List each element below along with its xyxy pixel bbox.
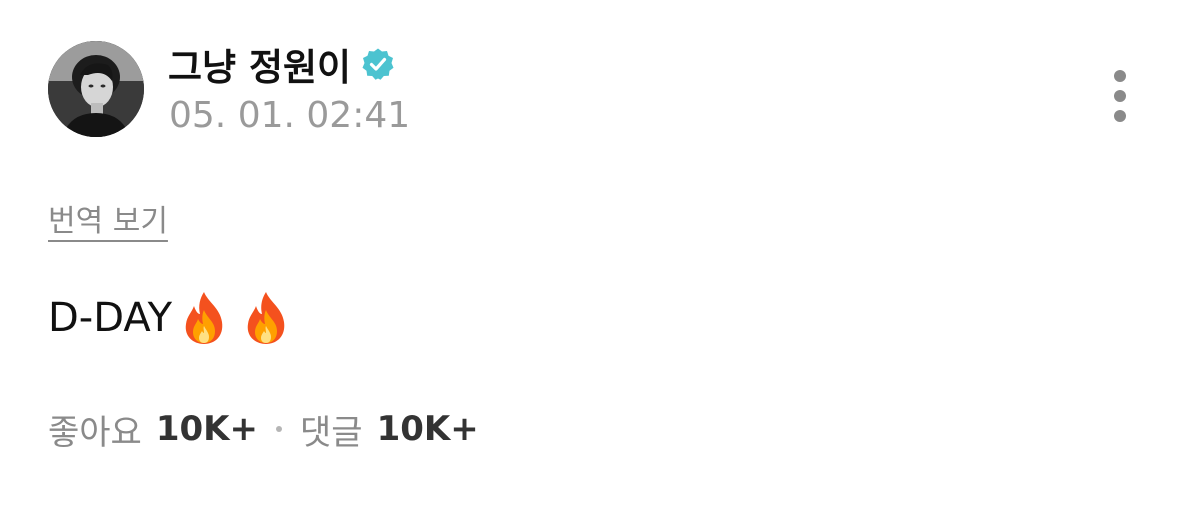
likes-count: 10K+ — [155, 409, 258, 449]
post-body: D-DAY — [48, 288, 292, 348]
translate-link[interactable]: 번역 보기 — [48, 196, 168, 240]
author-row: 그냥 정원이 — [168, 37, 395, 91]
more-vertical-icon — [1114, 70, 1126, 82]
author-avatar[interactable] — [48, 41, 144, 137]
more-vertical-icon-dot — [1114, 90, 1126, 102]
post-stats: 좋아요 10K+ 댓글 10K+ — [48, 405, 479, 453]
comments-stat[interactable]: 댓글 10K+ — [300, 405, 479, 454]
author-name[interactable]: 그냥 정원이 — [168, 37, 351, 91]
more-options-button[interactable] — [1100, 64, 1140, 128]
comments-label: 댓글 — [300, 412, 363, 453]
stats-separator — [276, 426, 282, 432]
verified-badge-icon — [361, 47, 395, 81]
likes-stat[interactable]: 좋아요 10K+ — [48, 405, 258, 454]
fire-icon — [240, 290, 292, 346]
post-text: D-DAY — [48, 295, 173, 341]
fire-icon — [178, 290, 230, 346]
likes-label: 좋아요 — [48, 412, 142, 453]
more-vertical-icon-dot — [1114, 110, 1126, 122]
post-timestamp: 05. 01. 02:41 — [169, 95, 411, 136]
avatar-photo — [48, 41, 144, 137]
comments-count: 10K+ — [376, 409, 479, 449]
